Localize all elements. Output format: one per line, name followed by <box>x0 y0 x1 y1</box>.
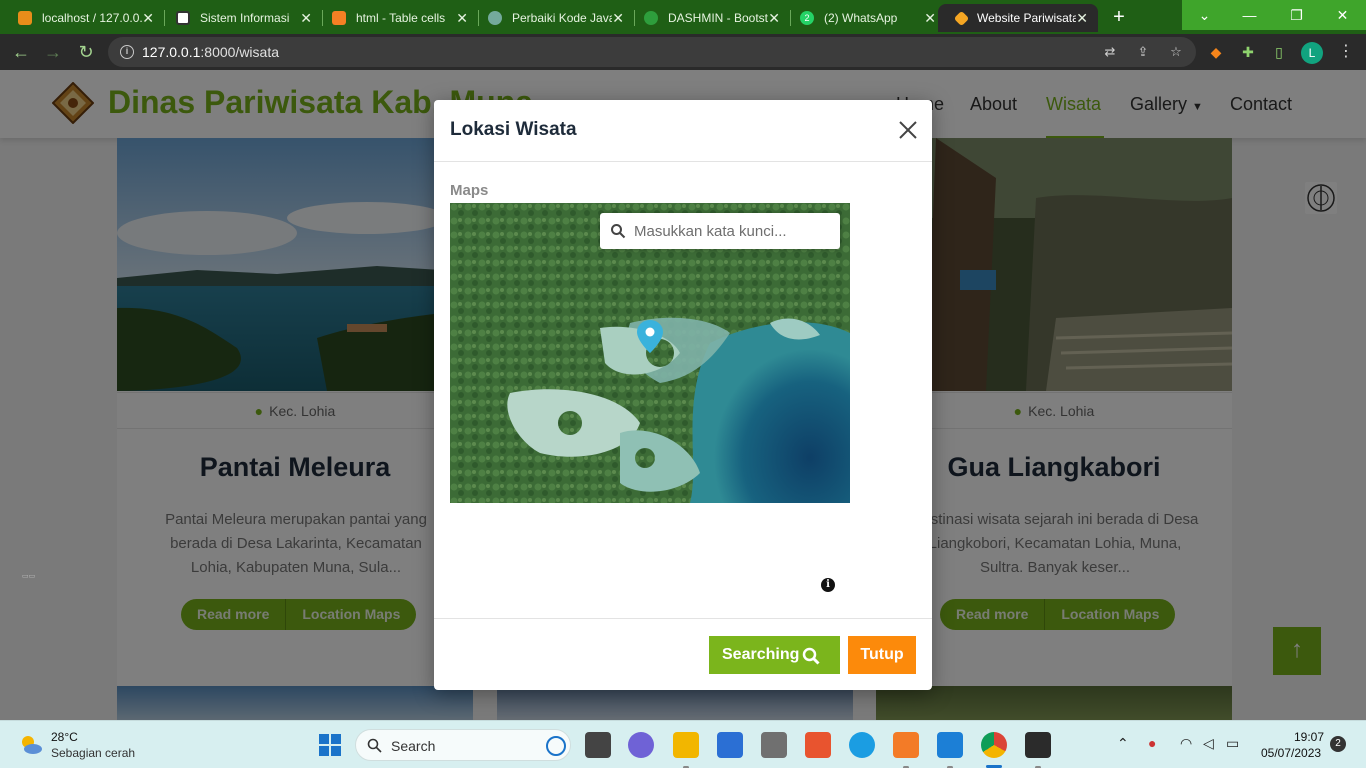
map-search-input[interactable] <box>634 221 830 241</box>
tutup-button[interactable]: Tutup <box>848 636 916 674</box>
back-arrow-icon[interactable]: ← <box>8 40 34 64</box>
search-icon <box>802 647 820 665</box>
modal-title: Lokasi Wisata <box>450 119 577 140</box>
map-pin-marker-icon[interactable] <box>636 319 664 355</box>
windows-start-icon[interactable] <box>317 732 343 758</box>
side-panel-icon[interactable]: ▯ <box>1270 43 1288 61</box>
clock-time[interactable]: 19:07 <box>1294 730 1324 744</box>
volume-icon[interactable]: ◁ <box>1203 735 1214 752</box>
weather-description[interactable]: Sebagian cerah <box>51 746 135 760</box>
tab-dashmin[interactable]: DASHMIN - Bootstrap ✕ <box>626 4 790 32</box>
satellite-map[interactable] <box>450 203 850 503</box>
bing-icon[interactable] <box>546 736 566 756</box>
taskbar-search[interactable]: Search <box>355 729 571 761</box>
browser-toolbar: ← → ↻ i 127.0.0.1:8000/wisata ⇄ ⇪ ☆ ◆ ✚ … <box>0 34 1366 70</box>
tab-close-icon[interactable]: ✕ <box>300 10 312 27</box>
camera-icon[interactable] <box>761 732 787 758</box>
new-tab-button[interactable]: + <box>1106 6 1132 30</box>
battery-icon[interactable]: ▭ <box>1226 735 1239 752</box>
tab-title: (2) WhatsApp <box>824 11 898 25</box>
tab-close-icon[interactable]: ✕ <box>612 10 624 27</box>
tab-chatgpt[interactable]: Perbaiki Kode Java ✕ <box>470 4 634 32</box>
phpmyadmin-icon <box>18 11 32 25</box>
profile-avatar[interactable]: L <box>1301 42 1323 64</box>
search-icon <box>611 224 626 239</box>
share-icon[interactable]: ⇪ <box>1135 44 1151 60</box>
university-icon <box>176 11 190 25</box>
map-info-icon[interactable]: i <box>821 578 835 592</box>
tab-search-icon[interactable]: ⌄ <box>1182 0 1227 30</box>
tab-title: localhost / 127.0.0.1 <box>42 11 143 25</box>
chrome-menu-icon[interactable]: ⋮ <box>1338 40 1354 64</box>
chatgpt-icon <box>488 11 502 25</box>
close-icon[interactable] <box>898 120 918 140</box>
task-view-icon[interactable] <box>585 732 611 758</box>
maps-label: Maps <box>450 182 489 199</box>
forward-arrow-icon[interactable]: → <box>40 40 66 64</box>
teams-chat-icon[interactable] <box>628 732 654 758</box>
stackoverflow-icon <box>332 11 346 25</box>
searching-button-label: Searching <box>722 646 800 663</box>
bookmark-star-icon[interactable]: ☆ <box>1168 44 1184 60</box>
extensions-puzzle-icon[interactable]: ✚ <box>1239 43 1257 61</box>
wifi-icon[interactable]: ◠ <box>1180 735 1192 752</box>
microsoft-store-icon[interactable] <box>717 732 743 758</box>
tab-phpmyadmin[interactable]: localhost / 127.0.0.1 ✕ <box>0 4 164 32</box>
metamask-icon[interactable]: ◆ <box>1207 43 1225 61</box>
tab-title: DASHMIN - Bootstrap <box>668 11 769 25</box>
terminal-icon[interactable] <box>1025 732 1051 758</box>
tab-title: Sistem Informasi <box>200 11 290 25</box>
url-text[interactable]: 127.0.0.1:8000/wisata <box>142 44 279 60</box>
browser-tab-strip: localhost / 127.0.0.1 ✕ Sistem Informasi… <box>0 0 1366 34</box>
tab-title: Website Pariwisata <box>977 11 1077 25</box>
partly-sunny-icon[interactable] <box>18 732 44 758</box>
globe-icon <box>644 11 658 25</box>
tab-close-icon[interactable]: ✕ <box>1076 10 1088 27</box>
close-window-icon[interactable]: ✕ <box>1320 0 1365 30</box>
whatsapp-icon: 2 <box>800 11 814 25</box>
tab-close-icon[interactable]: ✕ <box>142 10 154 27</box>
tab-title: html - Table cells <box>356 11 446 25</box>
notification-blocked-icon[interactable]: ● <box>1148 735 1156 751</box>
modal-footer: Searching Tutup <box>434 618 932 690</box>
tab-stackoverflow[interactable]: html - Table cells ✕ <box>314 4 478 32</box>
notification-count-badge[interactable]: 2 <box>1330 736 1346 752</box>
vscode-icon[interactable] <box>937 732 963 758</box>
search-icon <box>367 738 382 753</box>
map-search-box[interactable] <box>600 213 840 249</box>
weather-temperature[interactable]: 28°C <box>51 730 78 744</box>
file-explorer-icon[interactable] <box>673 732 699 758</box>
address-bar[interactable]: i 127.0.0.1:8000/wisata ⇄ ⇪ ☆ <box>108 37 1196 67</box>
reload-icon[interactable]: ↻ <box>73 40 99 64</box>
taskbar-search-label: Search <box>391 738 436 754</box>
translate-icon[interactable]: ⇄ <box>1102 44 1118 60</box>
tab-close-icon[interactable]: ✕ <box>924 10 936 27</box>
tab-title: Perbaiki Kode Java <box>512 11 613 25</box>
lokasi-wisata-modal: Lokasi Wisata Maps Masukkan kata kunci..… <box>434 100 932 690</box>
tab-sistem-informasi[interactable]: Sistem Informasi ✕ <box>158 4 322 32</box>
edge-icon[interactable] <box>849 732 875 758</box>
map-attribution-logo[interactable]: ▭▭ <box>22 572 35 580</box>
minimize-icon[interactable]: — <box>1227 0 1272 30</box>
tab-website-pariwisata[interactable]: Website Pariwisata ✕ <box>938 4 1098 32</box>
show-hidden-icons-chevron-icon[interactable]: ⌃ <box>1117 735 1129 752</box>
windows-taskbar: 28°C Sebagian cerah Search ⌃ ● ◠ ◁ ▭ 19:… <box>0 720 1366 768</box>
restore-icon[interactable]: ❐ <box>1274 0 1319 30</box>
xampp-icon[interactable] <box>893 732 919 758</box>
media-player-icon[interactable] <box>805 732 831 758</box>
clock-date[interactable]: 05/07/2023 <box>1261 746 1321 760</box>
tab-close-icon[interactable]: ✕ <box>768 10 780 27</box>
tab-whatsapp[interactable]: 2 (2) WhatsApp ✕ <box>782 4 946 32</box>
modal-header: Lokasi Wisata <box>434 100 932 162</box>
tab-close-icon[interactable]: ✕ <box>456 10 468 27</box>
searching-button[interactable]: Searching <box>709 636 840 674</box>
chrome-icon[interactable] <box>981 732 1007 758</box>
site-logo-icon <box>953 10 970 26</box>
site-info-icon[interactable]: i <box>120 45 134 59</box>
